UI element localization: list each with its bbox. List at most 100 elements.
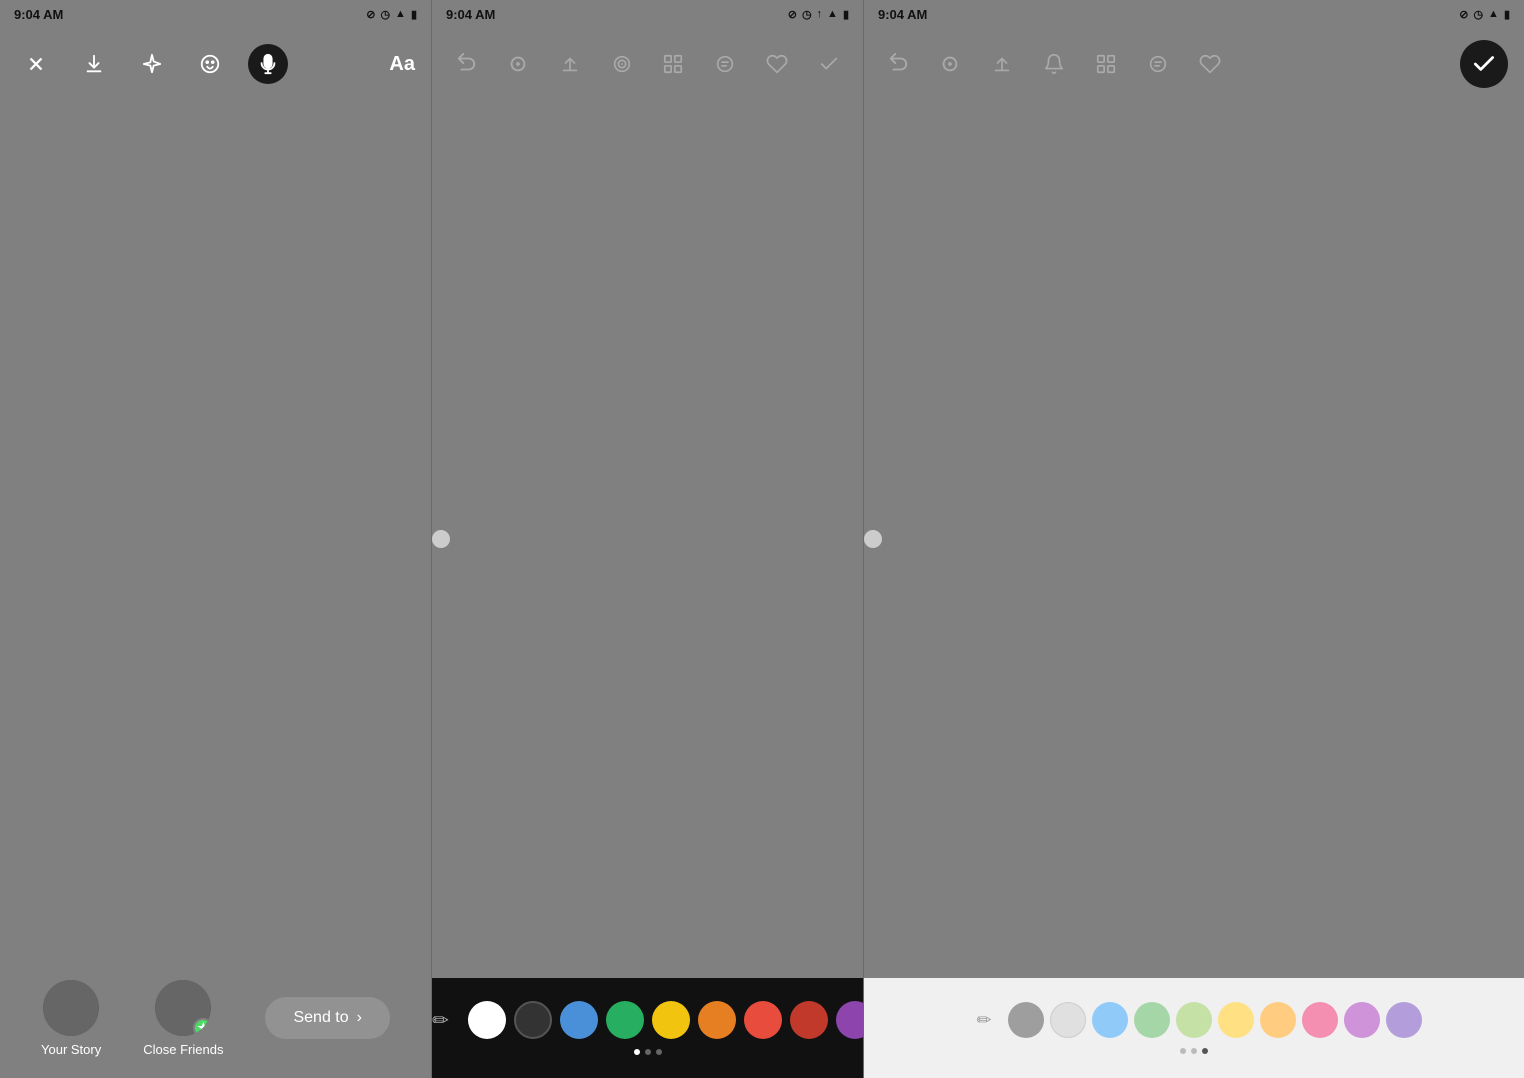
- page-indicator-mid: [634, 1049, 662, 1055]
- status-time-right: 9:04 AM: [878, 7, 927, 22]
- indicator-dot-r3: [1202, 1048, 1208, 1054]
- upload-icon: [559, 53, 581, 75]
- heart-button-mid[interactable]: [759, 46, 795, 82]
- pencil-tip-icon-right: [939, 53, 961, 75]
- send-to-button[interactable]: Send to ›: [265, 997, 389, 1039]
- battery-icon-mid: ▮: [843, 8, 849, 21]
- toolbar-left: Aa: [0, 28, 431, 100]
- sparkle-icon: [141, 53, 163, 75]
- color-white-mid[interactable]: [468, 1001, 506, 1039]
- notification-icon-mid: ⊘: [788, 8, 797, 21]
- audio-icon: [257, 53, 279, 75]
- slider-handle-right[interactable]: [864, 530, 882, 548]
- clock-icon-right: ◷: [1473, 8, 1483, 21]
- pencil-tip-icon: [507, 53, 529, 75]
- text-button[interactable]: Aa: [389, 53, 415, 76]
- download-icon: [83, 53, 105, 75]
- upload-button-mid[interactable]: [552, 46, 588, 82]
- sparkle-button[interactable]: [132, 44, 172, 84]
- color-palette-right: ✏: [864, 978, 1524, 1078]
- pencil-tip-button-right[interactable]: [932, 46, 968, 82]
- upload-icon-right: [991, 53, 1013, 75]
- undo-button-right[interactable]: [880, 46, 916, 82]
- color-lightviolet-right[interactable]: [1386, 1002, 1422, 1038]
- color-yellow-mid[interactable]: [652, 1001, 690, 1039]
- color-dark-mid[interactable]: [514, 1001, 552, 1039]
- indicator-dot-r1: [1180, 1048, 1186, 1054]
- color-lightpurple-right[interactable]: [1344, 1002, 1380, 1038]
- check-button-mid[interactable]: [811, 46, 847, 82]
- status-icons-left: ⊘ ◷ ▲ ▮: [366, 8, 417, 21]
- color-lightyellow-right[interactable]: [1218, 1002, 1254, 1038]
- close-icon: [25, 53, 47, 75]
- color-dots-right: ✏: [966, 1002, 1422, 1038]
- grid-button-mid[interactable]: [656, 46, 692, 82]
- color-purple-mid[interactable]: [836, 1001, 865, 1039]
- undo-button-mid[interactable]: [448, 46, 484, 82]
- heart-icon-mid: [766, 53, 788, 75]
- color-blue-mid[interactable]: [560, 1001, 598, 1039]
- heart-button-right[interactable]: [1192, 46, 1228, 82]
- color-lightgray-right[interactable]: [1050, 1002, 1086, 1038]
- notification-icon: ⊘: [366, 8, 375, 21]
- status-time-mid: 9:04 AM: [446, 7, 495, 22]
- avatar-image: [43, 980, 99, 1036]
- text-align-button-right[interactable]: [1140, 46, 1176, 82]
- color-red-mid[interactable]: [744, 1001, 782, 1039]
- color-yellowgreen-right[interactable]: [1176, 1002, 1212, 1038]
- status-bar-left: 9:04 AM ⊘ ◷ ▲ ▮: [0, 0, 431, 28]
- close-friends-label: Close Friends: [143, 1042, 223, 1057]
- color-palette-mid: ✏: [432, 978, 863, 1078]
- battery-icon: ▮: [411, 8, 417, 21]
- status-bar-right: 9:04 AM ⊘ ◷ ▲ ▮: [864, 0, 1524, 28]
- close-button[interactable]: [16, 44, 56, 84]
- color-gray-right[interactable]: [1008, 1002, 1044, 1038]
- canvas-left: [0, 100, 431, 958]
- check-icon-mid: [818, 53, 840, 75]
- toolbar-right: [864, 28, 1524, 100]
- pen-tool-button-mid[interactable]: ✏: [432, 1001, 460, 1039]
- color-green-mid[interactable]: [606, 1001, 644, 1039]
- undo-icon-right: [887, 53, 909, 75]
- grid-icon-right: [1095, 53, 1117, 75]
- check-circle-icon: [1471, 51, 1497, 77]
- send-chevron-icon: ›: [357, 1009, 362, 1027]
- color-orange-mid[interactable]: [698, 1001, 736, 1039]
- upload-button-right[interactable]: [984, 46, 1020, 82]
- clock-icon-mid: ◷: [802, 8, 812, 21]
- text-align-icon: [714, 53, 736, 75]
- pen-tool-button-right[interactable]: ✏: [966, 1002, 1002, 1038]
- download-button[interactable]: [74, 44, 114, 84]
- send-to-label: Send to: [293, 1009, 348, 1027]
- color-lightblue-right[interactable]: [1092, 1002, 1128, 1038]
- indicator-dot-3: [656, 1049, 662, 1055]
- grid-button-right[interactable]: [1088, 46, 1124, 82]
- bell-button-right[interactable]: [1036, 46, 1072, 82]
- audio-button[interactable]: [248, 44, 288, 84]
- layer-button-mid[interactable]: [604, 46, 640, 82]
- color-lightorange-right[interactable]: [1260, 1002, 1296, 1038]
- pencil-tip-button-mid[interactable]: [500, 46, 536, 82]
- text-align-icon-right: [1147, 53, 1169, 75]
- color-lightgreen-right[interactable]: [1134, 1002, 1170, 1038]
- indicator-dot-r2: [1191, 1048, 1197, 1054]
- undo-icon-mid: [455, 53, 477, 75]
- face-button[interactable]: [190, 44, 230, 84]
- slider-handle-mid[interactable]: [432, 530, 450, 548]
- your-story-option[interactable]: Your Story: [41, 980, 101, 1057]
- clock-icon: ◷: [380, 8, 390, 21]
- layer-icon: [611, 53, 633, 75]
- bell-icon: [1043, 53, 1065, 75]
- text-align-button-mid[interactable]: [707, 46, 743, 82]
- check-circle-button[interactable]: [1460, 40, 1508, 88]
- bottom-bar-left: Your Story ★ Close Friends Send to ›: [0, 958, 431, 1078]
- indicator-dot-1: [634, 1049, 640, 1055]
- color-darkred-mid[interactable]: [790, 1001, 828, 1039]
- grid-icon: [662, 53, 684, 75]
- status-time-left: 9:04 AM: [14, 7, 63, 22]
- close-friends-option[interactable]: ★ Close Friends: [143, 980, 223, 1057]
- your-story-avatar: [43, 980, 99, 1036]
- color-lightpink-right[interactable]: [1302, 1002, 1338, 1038]
- your-story-label: Your Story: [41, 1042, 101, 1057]
- left-panel: 9:04 AM ⊘ ◷ ▲ ▮: [0, 0, 432, 1078]
